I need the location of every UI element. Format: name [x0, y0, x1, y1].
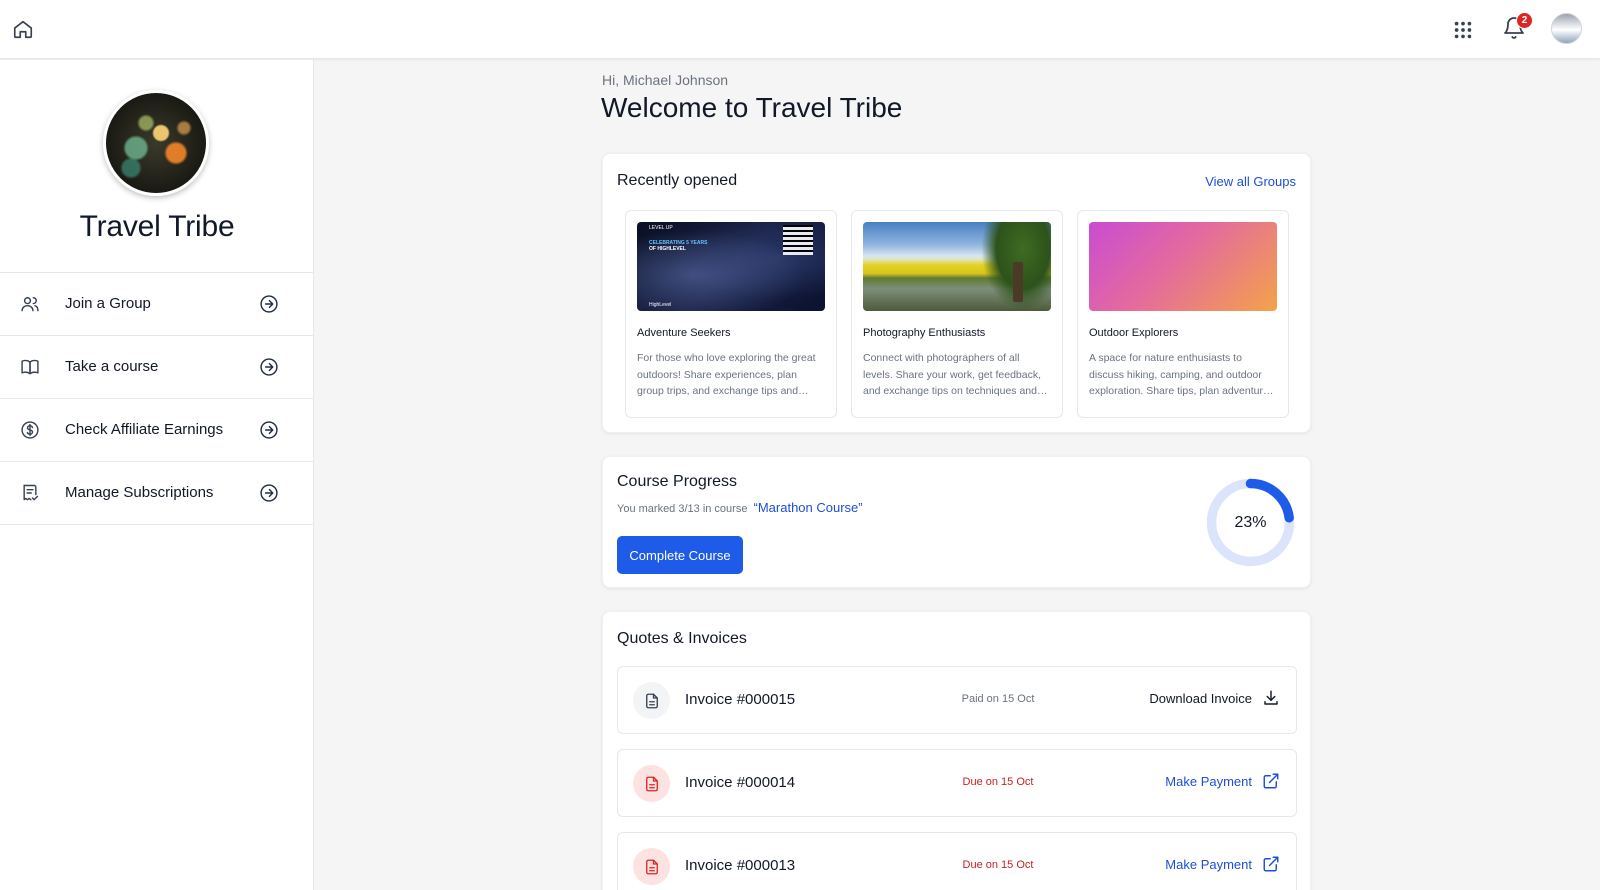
invoice-row: Invoice #000013 Due on 15 Oct Make Payme…: [617, 832, 1297, 890]
invoice-name: Invoice #000015: [685, 691, 796, 708]
qr-code-image: [783, 225, 813, 255]
invoice-name: Invoice #000013: [685, 857, 796, 874]
document-icon: [633, 848, 670, 885]
download-icon: [1264, 690, 1278, 705]
invoice-row: Invoice #000014 Due on 15 Oct Make Payme…: [617, 749, 1297, 817]
group-thumbnail: [863, 222, 1051, 311]
image-logo-text: LEVEL UP: [649, 225, 673, 231]
arrow-right-circle-icon: [260, 421, 278, 439]
sidebar-item-label: Manage Subscriptions: [65, 484, 214, 501]
notifications-button[interactable]: 2: [1502, 12, 1533, 42]
invoice-row: Invoice #000015 Paid on 15 Oct Download …: [617, 666, 1297, 734]
user-avatar[interactable]: [1551, 13, 1582, 44]
page-title: Welcome to Travel Tribe: [601, 92, 903, 123]
group-description: For those who love exploring the great o…: [637, 352, 816, 397]
sidebar-item-manage-subscriptions[interactable]: Manage Subscriptions: [0, 462, 314, 525]
download-invoice-button[interactable]: Download Invoice: [1149, 689, 1280, 707]
arrow-right-circle-icon: [260, 295, 278, 313]
receipt-icon: [23, 484, 39, 501]
document-icon: [633, 765, 670, 802]
sidebar-item-label: Join a Group: [65, 295, 151, 312]
group-thumbnail: [1089, 222, 1277, 311]
tree-trunk-shape: [1013, 262, 1023, 302]
top-bar: 2: [0, 0, 1600, 59]
external-link-icon: [1263, 773, 1279, 789]
complete-course-button[interactable]: Complete Course: [617, 536, 743, 574]
progress-subtitle: You marked 3/13 in course “Marathon Cour…: [617, 500, 863, 515]
invoice-name: Invoice #000014: [685, 774, 796, 791]
home-icon[interactable]: [12, 18, 34, 40]
sidebar: Travel Tribe Join a Group Take a course: [0, 60, 314, 890]
view-all-groups-link[interactable]: View all Groups: [1205, 174, 1296, 189]
make-payment-button[interactable]: Make Payment: [1165, 855, 1280, 873]
group-name: Photography Enthusiasts: [863, 327, 986, 339]
course-name-link[interactable]: “Marathon Course”: [754, 500, 863, 515]
group-name: Adventure Seekers: [637, 327, 731, 339]
sidebar-item-label: Check Affiliate Earnings: [65, 421, 224, 438]
document-icon: [633, 682, 670, 719]
invoice-status: Paid on 15 Oct: [961, 693, 1035, 705]
progress-subtitle-text: You marked 3/13 in course: [617, 503, 748, 515]
group-description: A space for nature enthusiasts to discus…: [1089, 352, 1275, 397]
make-payment-button[interactable]: Make Payment: [1165, 772, 1280, 790]
section-title: Recently opened: [617, 172, 738, 189]
sidebar-title: Travel Tribe: [79, 210, 235, 243]
dollar-icon: [21, 421, 39, 439]
invoice-status: Due on 15 Oct: [962, 859, 1034, 871]
sidebar-menu: Join a Group Take a course Check Affilia…: [0, 272, 314, 525]
quotes-invoices-card: Quotes & Invoices Invoice #000015 Paid o…: [602, 611, 1311, 890]
sidebar-item-join-group[interactable]: Join a Group: [0, 273, 314, 336]
group-card-outdoor-explorers[interactable]: Outdoor Explorers A space for nature ent…: [1077, 210, 1289, 418]
image-caption: OF HIGHLEVEL: [649, 246, 686, 252]
group-card-adventure-seekers[interactable]: LEVEL UP CELEBRATING 5 YEARS OF HIGHLEVE…: [625, 210, 837, 418]
progress-percent-label: 23%: [1234, 513, 1267, 531]
action-label: Download Invoice: [1149, 690, 1252, 706]
sidebar-item-take-course[interactable]: Take a course: [0, 336, 314, 399]
sidebar-item-label: Take a course: [65, 358, 159, 375]
action-label: Make Payment: [1165, 856, 1252, 872]
image-brand-text: HighLevel: [649, 302, 672, 308]
arrow-right-circle-icon: [260, 484, 278, 502]
group-thumbnail: LEVEL UP CELEBRATING 5 YEARS OF HIGHLEVE…: [637, 222, 825, 311]
action-label: Make Payment: [1165, 773, 1252, 789]
section-title: Quotes & Invoices: [617, 630, 747, 647]
recently-opened-card: Recently opened View all Groups LEVEL UP…: [602, 153, 1311, 433]
group-description: Connect with photographers of all levels…: [863, 352, 1042, 397]
book-icon: [21, 359, 39, 375]
grid-icon[interactable]: [1452, 19, 1474, 41]
external-link-icon: [1263, 856, 1279, 872]
notification-count-badge: 2: [1516, 12, 1533, 29]
greeting-text: Hi, Michael Johnson: [602, 72, 729, 88]
users-icon: [21, 297, 39, 312]
arrow-right-circle-icon: [260, 358, 278, 376]
course-progress-card: Course Progress You marked 3/13 in cours…: [602, 456, 1311, 588]
group-card-photography-enthusiasts[interactable]: Photography Enthusiasts Connect with pho…: [851, 210, 1063, 418]
sidebar-item-affiliate-earnings[interactable]: Check Affiliate Earnings: [0, 399, 314, 462]
group-avatar: [103, 90, 209, 196]
section-title: Course Progress: [617, 473, 738, 490]
invoice-status: Due on 15 Oct: [962, 776, 1034, 788]
group-name: Outdoor Explorers: [1089, 327, 1179, 339]
